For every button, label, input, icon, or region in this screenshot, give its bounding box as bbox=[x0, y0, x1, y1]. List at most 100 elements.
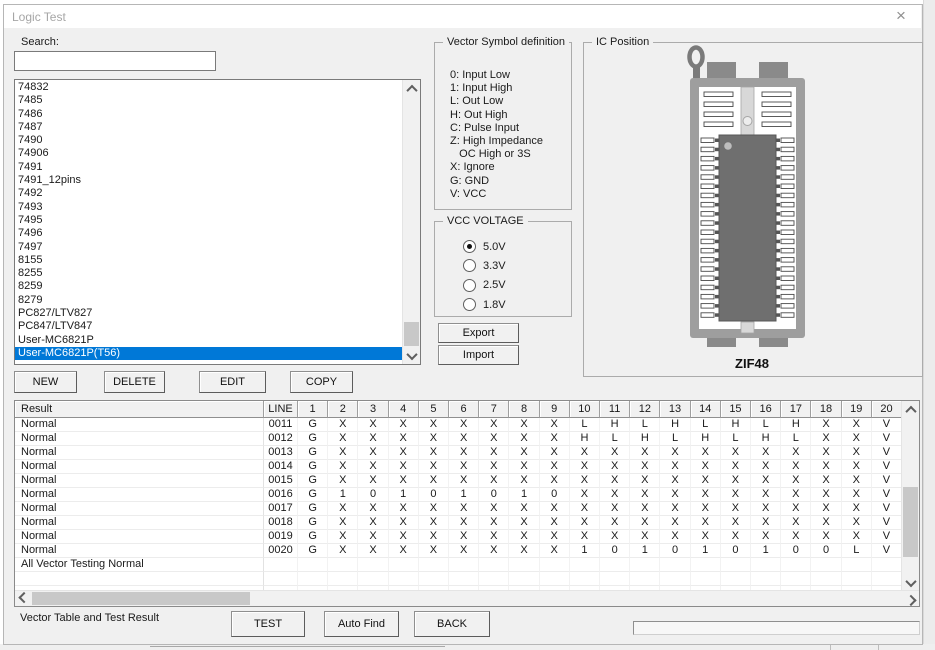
device-list-item[interactable]: 7487 bbox=[15, 121, 403, 134]
device-list-item[interactable]: 7490 bbox=[15, 134, 403, 147]
import-button[interactable]: Import bbox=[438, 345, 519, 365]
vector-cell: X bbox=[600, 502, 630, 516]
device-list-item[interactable]: 8255 bbox=[15, 267, 403, 280]
device-list-item[interactable]: 74832 bbox=[15, 81, 403, 94]
scrollbar-thumb[interactable] bbox=[404, 322, 419, 346]
device-list-item[interactable]: 7495 bbox=[15, 214, 403, 227]
vector-symbol-line: C: Pulse Input bbox=[450, 122, 571, 135]
vector-cell: G bbox=[298, 544, 328, 558]
device-list-item[interactable]: 7496 bbox=[15, 227, 403, 240]
auto-find-button[interactable]: Auto Find bbox=[324, 611, 399, 637]
device-list-item[interactable]: 8279 bbox=[15, 294, 403, 307]
vector-cell: V bbox=[872, 418, 902, 432]
scroll-right-icon[interactable] bbox=[902, 591, 919, 606]
vector-cell: V bbox=[872, 544, 902, 558]
device-list-item[interactable]: 8155 bbox=[15, 254, 403, 267]
column-header-13: 13 bbox=[660, 401, 690, 418]
vector-cell: V bbox=[872, 516, 902, 530]
device-list-item[interactable]: 7492 bbox=[15, 187, 403, 200]
result-cell: Normal bbox=[15, 516, 264, 530]
summary-row: All Vector Testing Normal bbox=[15, 558, 902, 572]
vcc-option-2.5V[interactable]: 2.5V bbox=[463, 276, 571, 295]
device-list-item[interactable]: User-MC6821P bbox=[15, 334, 403, 347]
vector-cell: X bbox=[660, 502, 690, 516]
vector-cell: H bbox=[751, 432, 781, 446]
vector-cell: X bbox=[691, 474, 721, 488]
close-icon[interactable]: × bbox=[891, 6, 911, 26]
scroll-down-icon[interactable] bbox=[403, 347, 420, 364]
vector-cell: X bbox=[781, 474, 811, 488]
cell bbox=[691, 572, 721, 586]
table-row[interactable]: Normal0012GXXXXXXXXHLHLHLHLXXV bbox=[15, 432, 902, 446]
column-header-3: 3 bbox=[358, 401, 388, 418]
vcc-option-5.0V[interactable]: 5.0V bbox=[463, 237, 571, 256]
scroll-left-icon[interactable] bbox=[15, 591, 32, 606]
device-list-item[interactable]: 7491_12pins bbox=[15, 174, 403, 187]
device-list-item[interactable]: User-MC6821P(T56) bbox=[15, 347, 420, 360]
device-list-item[interactable]: 7497 bbox=[15, 241, 403, 254]
table-row[interactable]: Normal0016G10101010XXXXXXXXXXV bbox=[15, 488, 902, 502]
device-list-item[interactable]: PC827/LTV827 bbox=[15, 307, 403, 320]
line-cell: 0012 bbox=[264, 432, 298, 446]
back-button[interactable]: BACK bbox=[414, 611, 490, 637]
table-row[interactable]: Normal0017GXXXXXXXXXXXXXXXXXXV bbox=[15, 502, 902, 516]
copy-button[interactable]: COPY bbox=[290, 371, 353, 393]
table-row[interactable]: Normal0013GXXXXXXXXXXXXXXXXXXV bbox=[15, 446, 902, 460]
cell bbox=[449, 572, 479, 586]
device-list-item[interactable]: 7491 bbox=[15, 161, 403, 174]
vcc-option-1.8V[interactable]: 1.8V bbox=[463, 295, 571, 314]
vector-cell: X bbox=[811, 488, 841, 502]
edit-button[interactable]: EDIT bbox=[199, 371, 266, 393]
scroll-up-icon[interactable] bbox=[902, 401, 919, 418]
table-row[interactable]: Normal0015GXXXXXXXXXXXXXXXXXXV bbox=[15, 474, 902, 488]
scroll-down-icon[interactable] bbox=[902, 574, 919, 591]
table-row[interactable]: Normal0019GXXXXXXXXXXXXXXXXXXV bbox=[15, 530, 902, 544]
table-vertical-scrollbar[interactable] bbox=[901, 401, 919, 591]
vcc-option-3.3V[interactable]: 3.3V bbox=[463, 256, 571, 275]
vector-cell bbox=[419, 558, 449, 572]
vector-cell: X bbox=[811, 530, 841, 544]
device-list-item[interactable]: 7493 bbox=[15, 201, 403, 214]
vector-cell: X bbox=[389, 418, 419, 432]
vector-table-content: ResultLINE123456789101112131415161718192… bbox=[15, 401, 902, 591]
scrollbar-thumb[interactable] bbox=[903, 487, 918, 557]
scrollbar-thumb[interactable] bbox=[32, 592, 250, 605]
line-cell: 0013 bbox=[264, 446, 298, 460]
device-list-item[interactable]: 74906 bbox=[15, 147, 403, 160]
table-horizontal-scrollbar[interactable] bbox=[15, 590, 919, 606]
column-header-18: 18 bbox=[811, 401, 841, 418]
column-header-1: 1 bbox=[298, 401, 328, 418]
table-row[interactable]: Normal0011GXXXXXXXXLHLHLHLHXXV bbox=[15, 418, 902, 432]
vector-cell: X bbox=[660, 474, 690, 488]
vector-cell: X bbox=[630, 516, 660, 530]
table-header-row: ResultLINE123456789101112131415161718192… bbox=[15, 401, 902, 418]
device-list-item[interactable]: 8259 bbox=[15, 280, 403, 293]
device-list-item[interactable]: 7485 bbox=[15, 94, 403, 107]
result-cell: Normal bbox=[15, 432, 264, 446]
device-list-item[interactable]: 7486 bbox=[15, 108, 403, 121]
table-row[interactable]: Normal0020GXXXXXXXX101010100LV bbox=[15, 544, 902, 558]
vector-cell: X bbox=[751, 460, 781, 474]
cell bbox=[570, 572, 600, 586]
vector-cell: X bbox=[600, 530, 630, 544]
vector-cell: X bbox=[570, 530, 600, 544]
vector-cell: X bbox=[630, 530, 660, 544]
radio-label: 3.3V bbox=[483, 260, 506, 272]
vector-cell: X bbox=[842, 432, 872, 446]
table-row[interactable]: Normal0014GXXXXXXXXXXXXXXXXXXV bbox=[15, 460, 902, 474]
scroll-up-icon[interactable] bbox=[403, 80, 420, 97]
export-button[interactable]: Export bbox=[438, 323, 519, 343]
table-row[interactable]: Normal0018GXXXXXXXXXXXXXXXXXXV bbox=[15, 516, 902, 530]
screen: Logic Test × Search: 7483274857486748774… bbox=[0, 0, 935, 650]
device-list-scrollbar[interactable] bbox=[402, 80, 420, 364]
vector-cell: X bbox=[721, 488, 751, 502]
vector-cell: X bbox=[721, 502, 751, 516]
vector-cell: X bbox=[751, 446, 781, 460]
delete-button[interactable]: DELETE bbox=[104, 371, 165, 393]
test-button[interactable]: TEST bbox=[231, 611, 305, 637]
vector-cell: X bbox=[419, 460, 449, 474]
vector-cell: X bbox=[842, 530, 872, 544]
device-list-item[interactable]: PC847/LTV847 bbox=[15, 320, 403, 333]
search-input[interactable] bbox=[14, 51, 216, 71]
new-button[interactable]: NEW bbox=[14, 371, 77, 393]
